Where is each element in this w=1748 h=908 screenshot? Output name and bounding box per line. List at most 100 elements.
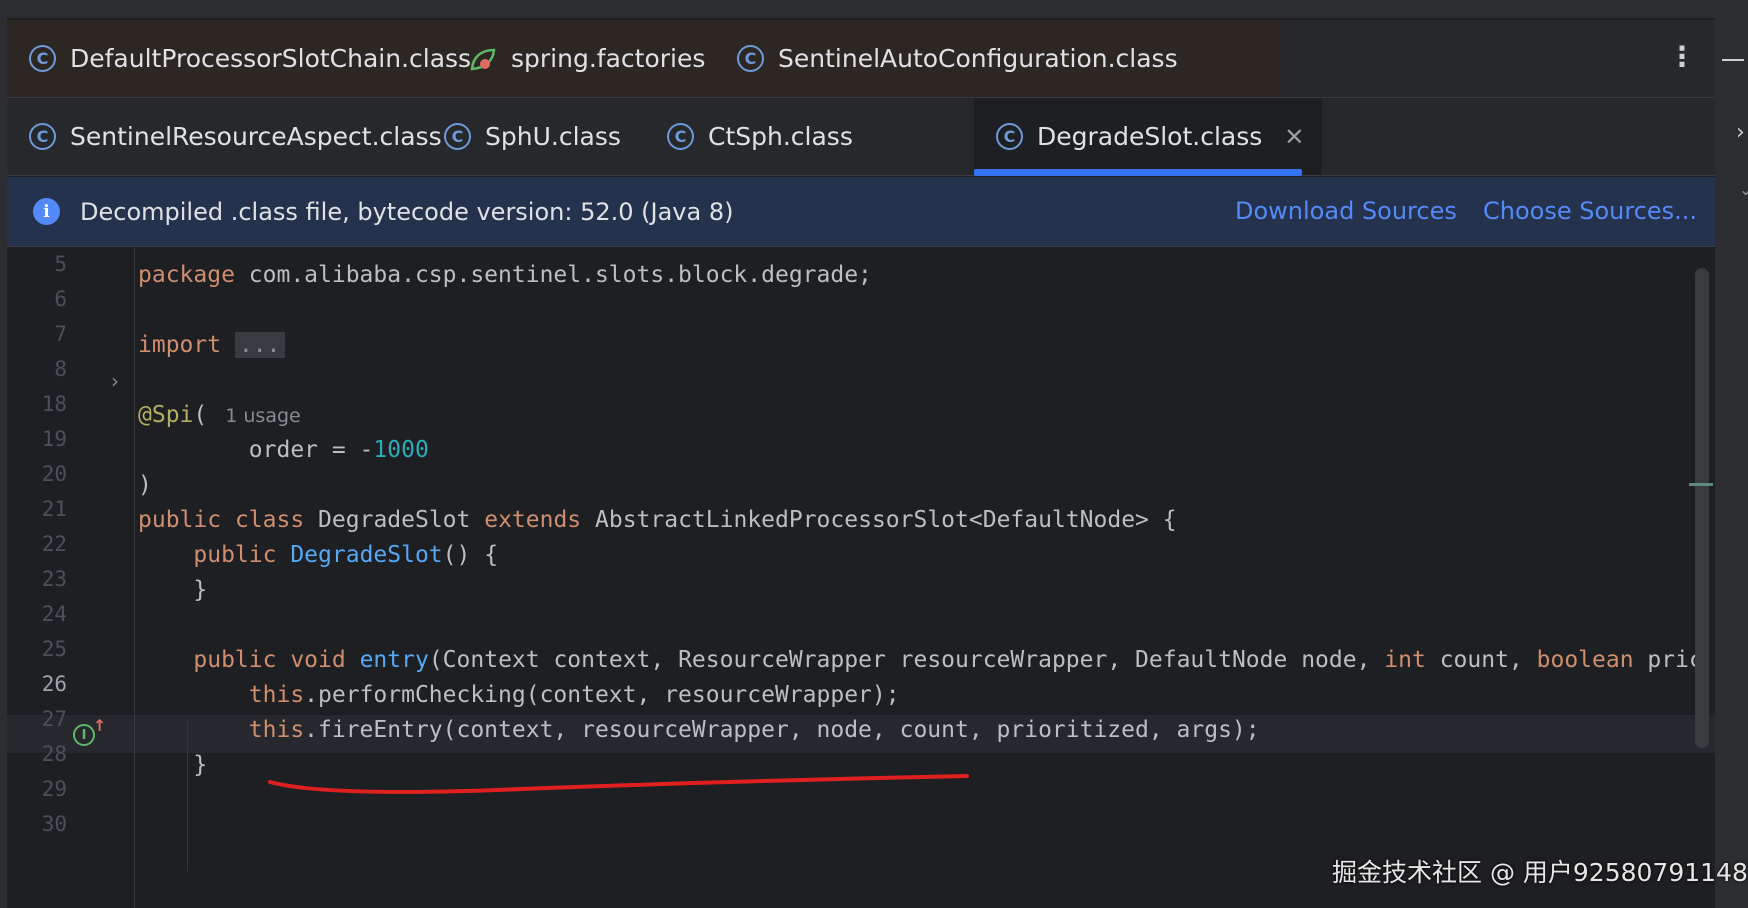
code-line: ) — [138, 472, 152, 498]
indent-guide — [187, 721, 188, 871]
code-line: order = -1000 — [138, 437, 429, 463]
tab-label: SentinelAutoConfiguration.class — [778, 44, 1178, 73]
window-top-strip — [0, 0, 1748, 18]
code-line: this.performChecking(context, resourceWr… — [138, 682, 900, 708]
tab-label: spring.factories — [511, 44, 706, 73]
code-text: .fireEntry(context, resourceWrapper, nod… — [304, 717, 1260, 743]
chevron-down-icon[interactable]: ⌄ — [1739, 180, 1748, 199]
code-text: pric — [1633, 647, 1703, 673]
line-number: 22 — [41, 532, 67, 556]
keyword: boolean — [1536, 647, 1634, 673]
keyword: public — [138, 647, 291, 673]
class-c-icon: C — [737, 45, 764, 72]
number-literal: 1000 — [373, 437, 429, 463]
keyword: void — [290, 647, 360, 673]
code-line: } — [138, 577, 208, 603]
code-text: count, — [1425, 647, 1537, 673]
keyword: import — [138, 332, 222, 358]
line-number: 8 — [54, 357, 67, 381]
tab-sentinelautoconfiguration[interactable]: C SentinelAutoConfiguration.class — [737, 20, 1178, 97]
minimize-icon[interactable] — [1722, 59, 1744, 61]
code-line: @Spi(1 usage — [138, 402, 301, 428]
tab-label: SphU.class — [485, 122, 621, 151]
usage-hint[interactable]: 1 usage — [225, 405, 300, 427]
implements-arrow-icon: ↑ — [93, 716, 107, 735]
watermark: 掘金技术社区 @ 用户92580791148 — [1332, 858, 1748, 887]
left-tool-strip — [0, 18, 7, 908]
gutter-divider — [134, 248, 135, 908]
code-line: public void entry(Context context, Resou… — [138, 647, 1703, 673]
code-line: public DegradeSlot() { — [138, 542, 498, 568]
folded-imports[interactable]: ... — [234, 332, 285, 358]
tab-ctsph[interactable]: C CtSph.class — [667, 98, 853, 175]
code-text: DegradeSlot — [304, 507, 485, 533]
code-editor[interactable]: 5 6 7 8 18 19 20 21 22 23 24 25 26 27 28 29 30 › I ↑ pac… — [7, 248, 1715, 908]
function-name: DegradeSlot — [290, 542, 443, 568]
tab-label: SentinelResourceAspect.class — [70, 122, 442, 151]
scrollbar-marker — [1689, 483, 1713, 486]
code-line: public class DegradeSlot extends Abstrac… — [138, 507, 1177, 533]
line-number: 30 — [41, 812, 67, 836]
code-text: ( — [193, 402, 208, 428]
tab-defaultprocessorslotchain[interactable]: C DefaultProcessorSlotChain.class — [29, 20, 471, 97]
keyword: package — [138, 262, 235, 288]
code-line: } — [138, 752, 208, 778]
code-line: import ... — [138, 332, 285, 358]
keyword: int — [1384, 647, 1426, 673]
line-number: 20 — [41, 462, 67, 486]
active-tab-indicator — [974, 169, 1302, 176]
line-number: 21 — [41, 497, 67, 521]
keyword: this — [138, 682, 305, 708]
choose-sources-link[interactable]: Choose Sources... — [1483, 197, 1697, 225]
right-tool-strip — [1715, 18, 1748, 908]
chevron-right-icon[interactable]: › — [1736, 120, 1745, 145]
close-icon[interactable]: ✕ — [1284, 123, 1304, 151]
info-icon: i — [33, 198, 60, 225]
code-text: .performChecking(context, resourceWrappe… — [304, 682, 900, 708]
keyword: public — [138, 542, 291, 568]
fold-expand-icon[interactable]: › — [111, 369, 119, 393]
editor-tabs-row-1: C DefaultProcessorSlotChain.class spring… — [7, 20, 1715, 98]
tab-sentinelresourceaspect[interactable]: C SentinelResourceAspect.class — [29, 98, 442, 175]
editor-tabs-row-2: C SentinelResourceAspect.class C SphU.cl… — [7, 98, 1715, 176]
tab-label: DegradeSlot.class — [1037, 122, 1263, 151]
line-number: 24 — [41, 602, 67, 626]
code-text: () { — [442, 542, 499, 568]
line-number: 25 — [41, 637, 67, 661]
function-name: entry — [359, 647, 429, 673]
tab-degradeslot[interactable]: C DegradeSlot.class ✕ — [974, 98, 1323, 175]
annotation: @Spi — [138, 402, 194, 428]
tab-label: DefaultProcessorSlotChain.class — [70, 44, 472, 73]
vertical-scrollbar[interactable] — [1695, 268, 1709, 748]
line-number: 26 — [41, 672, 67, 696]
more-options-icon[interactable]: ⋮ — [1668, 40, 1696, 73]
banner-message: Decompiled .class file, bytecode version… — [80, 197, 734, 226]
class-c-icon: C — [444, 123, 471, 150]
line-number: 29 — [41, 777, 67, 801]
class-c-icon: C — [667, 123, 694, 150]
code-line: package com.alibaba.csp.sentinel.slots.b… — [138, 262, 872, 288]
tab-spring-factories[interactable]: spring.factories — [469, 20, 705, 97]
class-c-icon: C — [29, 123, 56, 150]
code-text: order = - — [138, 437, 374, 463]
download-sources-link[interactable]: Download Sources — [1235, 197, 1457, 225]
code-text: AbstractLinkedProcessorSlot<DefaultNode>… — [581, 507, 1177, 533]
implements-icon[interactable]: I — [73, 724, 95, 746]
line-number: 18 — [41, 392, 67, 416]
red-underline-annotation — [268, 774, 969, 794]
line-number: 5 — [54, 252, 67, 276]
code-text: (Context context, ResourceWrapper resour… — [428, 647, 1385, 673]
tab-sphu[interactable]: C SphU.class — [444, 98, 621, 175]
keyword: this — [138, 717, 305, 743]
class-c-icon: C — [996, 123, 1023, 150]
tab-label: CtSph.class — [708, 122, 853, 151]
code-line: this.fireEntry(context, resourceWrapper,… — [138, 717, 1260, 743]
line-number: 28 — [41, 742, 67, 766]
keyword: class — [234, 507, 305, 533]
line-number: 6 — [54, 287, 67, 311]
line-number: 19 — [41, 427, 67, 451]
keyword: extends — [484, 507, 582, 533]
code-text: com.alibaba.csp.sentinel.slots.block.deg… — [234, 262, 872, 288]
line-number: 7 — [54, 322, 67, 346]
line-number: 23 — [41, 567, 67, 591]
